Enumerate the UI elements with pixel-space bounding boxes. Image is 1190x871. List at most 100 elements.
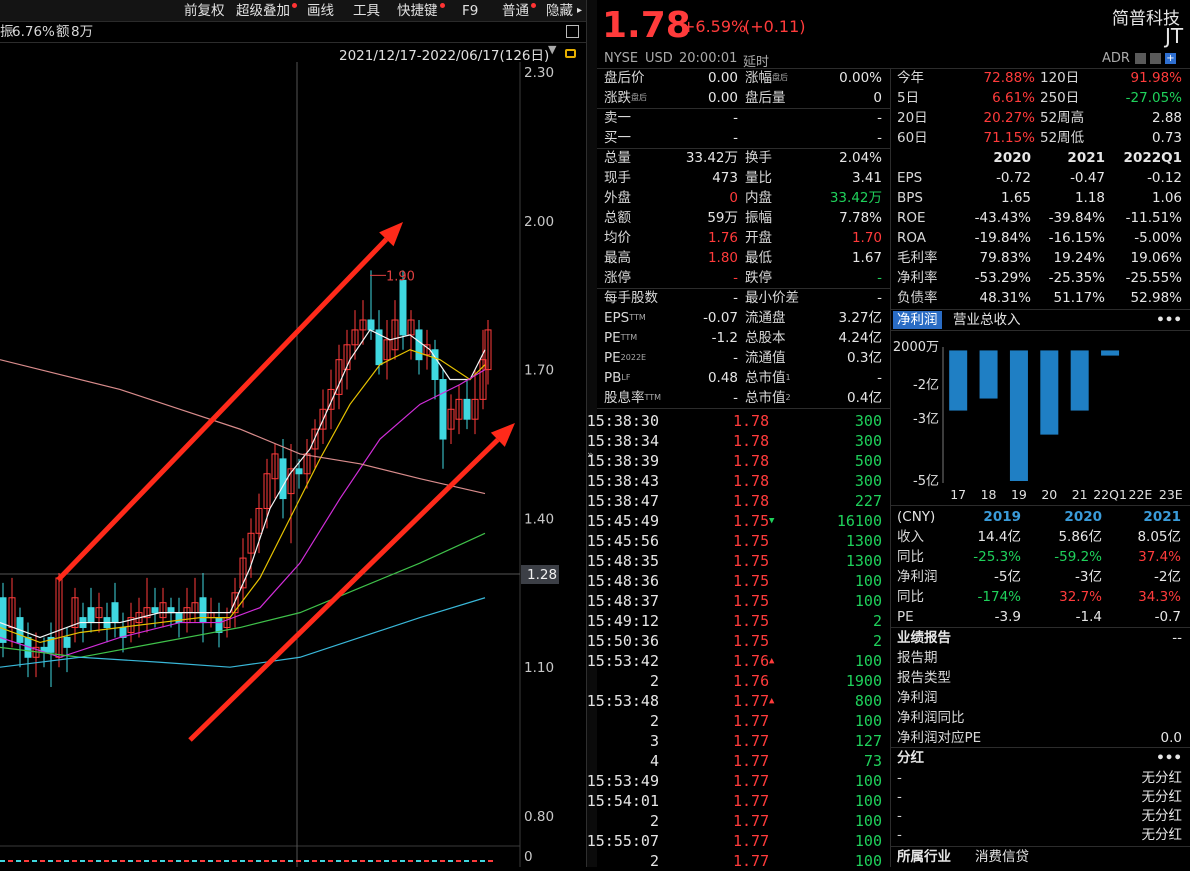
cny-value: -2亿 <box>1154 569 1181 585</box>
toolbar-expand-icon[interactable]: ▸ <box>577 0 582 22</box>
perf-row: 今年 72.88% 120日 91.98% <box>891 68 1190 88</box>
toolbar-hide-button[interactable]: 隐藏 <box>546 0 573 22</box>
volume-bar <box>88 860 93 862</box>
dividend-value: 无分红 <box>1141 770 1183 786</box>
dividend-row: - 无分红 <box>891 787 1190 807</box>
trade-price: 1.75 <box>733 572 770 590</box>
cny-row-label: 净利润 <box>897 569 938 585</box>
quote-label: 总市值2 <box>745 390 791 406</box>
trade-volume: 100 <box>854 772 882 790</box>
toolbar-shortcut-button[interactable]: 快捷键 <box>397 0 438 22</box>
volume-bar <box>32 860 37 862</box>
fin-row: 净利率 -53.29% -25.35% -25.55% <box>891 268 1190 288</box>
trade-time: 15:48:37 <box>586 592 659 610</box>
dividend-more-icon[interactable]: ••• <box>1156 748 1182 768</box>
bar-y-tick: -5亿 <box>913 474 939 489</box>
moving-average-line <box>0 369 486 658</box>
quote-label: 现手 <box>604 170 631 186</box>
trade-volume: 300 <box>854 432 882 450</box>
change-pct: +6.59% <box>682 17 747 36</box>
fin-value: -19.84% <box>974 230 1031 246</box>
fin-value: 48.31% <box>979 290 1031 306</box>
last-price: 1.78 <box>602 5 691 46</box>
toolbar-adjust-button[interactable]: 前复权 <box>184 0 225 22</box>
trade-price: 1.78 <box>733 412 770 430</box>
volume-bar <box>136 860 141 862</box>
fullscreen-icon[interactable] <box>566 25 579 38</box>
quote-label: 卖一 <box>604 110 631 126</box>
currency-label: USD <box>645 51 673 66</box>
quote-value: 33.42万 <box>829 190 882 206</box>
range-label[interactable]: 2021/12/17-2022/06/17(126日) <box>339 44 549 64</box>
volume-bar <box>480 860 485 862</box>
volume-bar <box>328 860 333 862</box>
tab-revenue[interactable]: 营业总收入 <box>953 310 1021 330</box>
volume-bar <box>96 860 101 862</box>
toolbar-overlay-button[interactable]: 超级叠加 <box>236 0 290 22</box>
fin-year: 2022Q1 <box>1123 150 1182 166</box>
quote-label: 涨跌盘后 <box>604 90 647 106</box>
perf-value: 20.27% <box>983 110 1035 126</box>
toolbar-draw-button[interactable]: 画线 <box>307 0 334 22</box>
toolbar-f9-button[interactable]: F9 <box>462 0 478 22</box>
dividend-header: 分红 ••• <box>891 748 1190 768</box>
volume-bar <box>304 860 309 862</box>
volume-bar <box>56 860 61 862</box>
range-dropdown-icon[interactable]: ▼ <box>548 43 556 56</box>
compare-icon[interactable] <box>1150 53 1161 64</box>
toolbar-tools-button[interactable]: 工具 <box>353 0 380 22</box>
bar-x-label: 19 <box>1011 487 1027 502</box>
cny-value: -1.4 <box>1075 609 1102 625</box>
quote-row: 涨停 - 跌停 - <box>597 268 890 288</box>
toolbar-mode-button[interactable]: 普通 <box>502 0 529 22</box>
volume-bar <box>424 860 429 862</box>
dividend-row: - 无分红 <box>891 768 1190 788</box>
quote-label: 总量 <box>604 150 631 166</box>
trade-price: 1.75 <box>733 552 770 570</box>
volume-bar <box>24 860 29 862</box>
fin-value: 1.65 <box>1000 190 1031 206</box>
add-icon[interactable]: + <box>1165 53 1176 64</box>
chart-info-line: 振 6.76% 额 8万 <box>0 22 586 42</box>
fin-value: 79.83% <box>979 250 1031 266</box>
industry-value[interactable]: 消费信贷 <box>975 847 1029 867</box>
trade-row: 15:45:49 1.75 ▼ 16100 <box>587 511 887 531</box>
bar-y-tick: -2亿 <box>913 378 939 393</box>
volume-bar <box>432 860 437 862</box>
report-label: 报告类型 <box>897 670 951 686</box>
quote-label: 均价 <box>604 230 631 246</box>
trade-volume: 100 <box>854 652 882 670</box>
quote-label: 开盘 <box>745 230 772 246</box>
exchange-label: NYSE <box>604 51 639 66</box>
candle-body <box>63 636 71 648</box>
trade-volume: 300 <box>854 472 882 490</box>
trade-time: 15:50:36 <box>586 632 659 650</box>
quote-label: 涨停 <box>604 270 631 286</box>
trade-volume: 1300 <box>845 532 882 550</box>
lock-icon[interactable] <box>565 49 576 58</box>
cny-row-label: PE <box>897 609 914 625</box>
trade-row: 15:48:36 1.75 100 <box>587 571 887 591</box>
kline-chart[interactable]: 2.30 2.00 1.70 1.40 1.10 0.80 0 1.28 1.90 <box>0 62 586 867</box>
current-price-tag-label: 1.28 <box>527 567 557 583</box>
volume-bar <box>336 860 341 862</box>
quote-label: 最低 <box>745 250 772 266</box>
trade-price: 1.76 <box>733 672 770 690</box>
fin-value: -43.43% <box>974 210 1031 226</box>
fin-value: 19.06% <box>1130 250 1182 266</box>
volume-bar <box>16 860 21 862</box>
report-dash: -- <box>1172 630 1182 646</box>
quote-label: PE2022E <box>604 350 647 366</box>
volume-bar <box>288 860 293 862</box>
quote-row: 外盘 0 内盘 33.42万 <box>597 188 890 208</box>
edit-icon[interactable] <box>1135 53 1146 64</box>
trade-price: 1.75 <box>733 512 770 530</box>
trade-time: 15:38:34 <box>586 432 659 450</box>
tab-net-profit[interactable]: 净利润 <box>893 311 942 329</box>
more-icon[interactable]: ••• <box>1156 310 1182 330</box>
bar-y-tick: 2000万 <box>893 340 939 355</box>
volume-bar <box>272 860 277 862</box>
cny-value: 34.3% <box>1138 589 1181 605</box>
volume-bar <box>320 860 325 862</box>
trade-price: 1.77 <box>733 812 770 830</box>
